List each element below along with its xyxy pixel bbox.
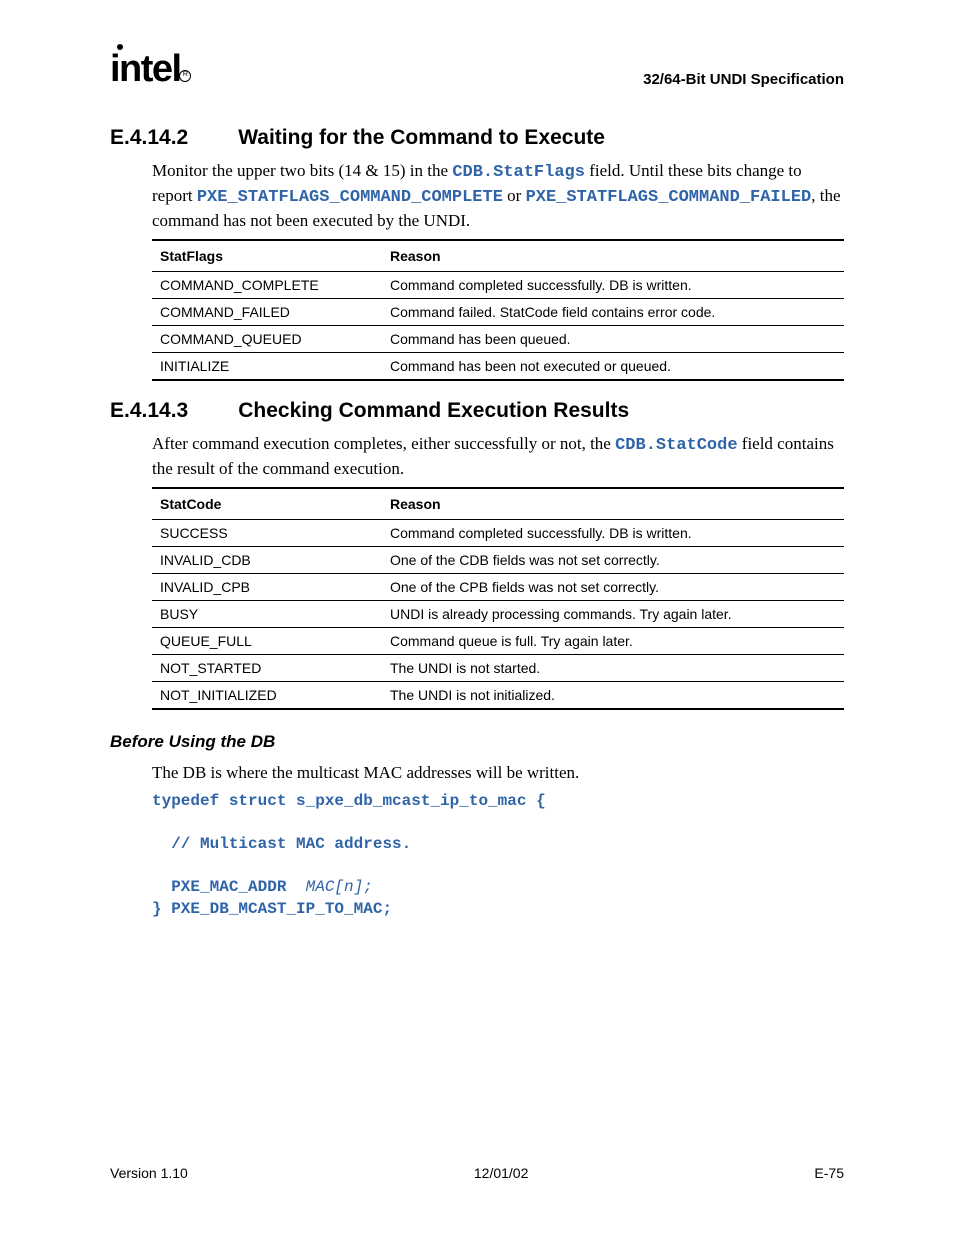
table-cell: The UNDI is not started. [382, 654, 844, 681]
table-row: BUSYUNDI is already processing commands.… [152, 600, 844, 627]
table-row: COMMAND_FAILEDCommand failed. StatCode f… [152, 298, 844, 325]
page-footer: Version 1.10 12/01/02 E-75 [110, 1165, 844, 1181]
logo-text: intel [110, 48, 181, 90]
code-block: typedef struct s_pxe_db_mcast_ip_to_mac … [152, 791, 844, 921]
table-cell: Command has been queued. [382, 325, 844, 352]
table-row: COMMAND_QUEUEDCommand has been queued. [152, 325, 844, 352]
table-row: QUEUE_FULLCommand queue is full. Try aga… [152, 627, 844, 654]
table-row: INVALID_CPBOne of the CPB fields was not… [152, 573, 844, 600]
table-header: StatFlags [152, 240, 382, 272]
table-cell: COMMAND_FAILED [152, 298, 382, 325]
table-header: StatCode [152, 488, 382, 520]
table-cell: Command queue is full. Try again later. [382, 627, 844, 654]
table-cell: COMMAND_COMPLETE [152, 271, 382, 298]
table-cell: NOT_INITIALIZED [152, 681, 382, 709]
table-row: NOT_STARTEDThe UNDI is not started. [152, 654, 844, 681]
registered-mark-icon: R [179, 70, 191, 82]
table-cell: Command failed. StatCode field contains … [382, 298, 844, 325]
code-run: PXE_STATFLAGS_COMMAND_COMPLETE [197, 188, 503, 207]
section-number: E.4.14.2 [110, 126, 188, 150]
code-run: PXE_STATFLAGS_COMMAND_FAILED [526, 188, 812, 207]
table-header-row: StatFlags Reason [152, 240, 844, 272]
code-run: CDB.StatFlags [452, 163, 585, 182]
table-cell: SUCCESS [152, 519, 382, 546]
footer-page: E-75 [814, 1165, 844, 1181]
table-header: Reason [382, 488, 844, 520]
table-cell: UNDI is already processing commands. Try… [382, 600, 844, 627]
section3-paragraph: The DB is where the multicast MAC addres… [152, 762, 844, 785]
table-cell: BUSY [152, 600, 382, 627]
intel-logo: intel R [110, 50, 181, 88]
table-header: Reason [382, 240, 844, 272]
table-row: NOT_INITIALIZEDThe UNDI is not initializ… [152, 681, 844, 709]
code-line: // Multicast MAC address. [152, 835, 411, 853]
text-run: or [503, 186, 526, 205]
code-line: } PXE_DB_MCAST_IP_TO_MAC; [152, 900, 392, 918]
table-cell: NOT_STARTED [152, 654, 382, 681]
table-cell: INVALID_CPB [152, 573, 382, 600]
section-heading-checking: E.4.14.3 Checking Command Execution Resu… [110, 399, 844, 423]
footer-date: 12/01/02 [474, 1165, 529, 1181]
table-cell: INITIALIZE [152, 352, 382, 380]
text-run: Monitor the upper two bits (14 & 15) in … [152, 161, 452, 180]
section2-paragraph: After command execution completes, eithe… [152, 433, 844, 481]
text-run: After command execution completes, eithe… [152, 434, 615, 453]
table-row: COMMAND_COMPLETECommand completed succes… [152, 271, 844, 298]
table-header-row: StatCode Reason [152, 488, 844, 520]
table-row: SUCCESSCommand completed successfully. D… [152, 519, 844, 546]
code-line: PXE_MAC_ADDR [152, 878, 306, 896]
section-title: Checking Command Execution Results [238, 399, 629, 423]
section-heading-waiting: E.4.14.2 Waiting for the Command to Exec… [110, 126, 844, 150]
table-cell: Command completed successfully. DB is wr… [382, 271, 844, 298]
section1-paragraph: Monitor the upper two bits (14 & 15) in … [152, 160, 844, 233]
section-title: Waiting for the Command to Execute [238, 126, 605, 150]
footer-version: Version 1.10 [110, 1165, 188, 1181]
table-row: INVALID_CDBOne of the CDB fields was not… [152, 546, 844, 573]
statflags-table: StatFlags Reason COMMAND_COMPLETECommand… [152, 239, 844, 381]
table-cell: One of the CPB fields was not set correc… [382, 573, 844, 600]
code-run: CDB.StatCode [615, 436, 737, 455]
section-number: E.4.14.3 [110, 399, 188, 423]
table-cell: One of the CDB fields was not set correc… [382, 546, 844, 573]
table-cell: COMMAND_QUEUED [152, 325, 382, 352]
code-line: typedef struct s_pxe_db_mcast_ip_to_mac … [152, 792, 546, 810]
table-cell: QUEUE_FULL [152, 627, 382, 654]
table-cell: Command completed successfully. DB is wr… [382, 519, 844, 546]
statcode-table: StatCode Reason SUCCESSCommand completed… [152, 487, 844, 710]
table-cell: The UNDI is not initialized. [382, 681, 844, 709]
code-line-italic: MAC[n]; [306, 878, 373, 896]
subheading-before-db: Before Using the DB [110, 732, 844, 752]
table-cell: Command has been not executed or queued. [382, 352, 844, 380]
table-cell: INVALID_CDB [152, 546, 382, 573]
table-row: INITIALIZECommand has been not executed … [152, 352, 844, 380]
document-title: 32/64-Bit UNDI Specification [643, 71, 844, 88]
